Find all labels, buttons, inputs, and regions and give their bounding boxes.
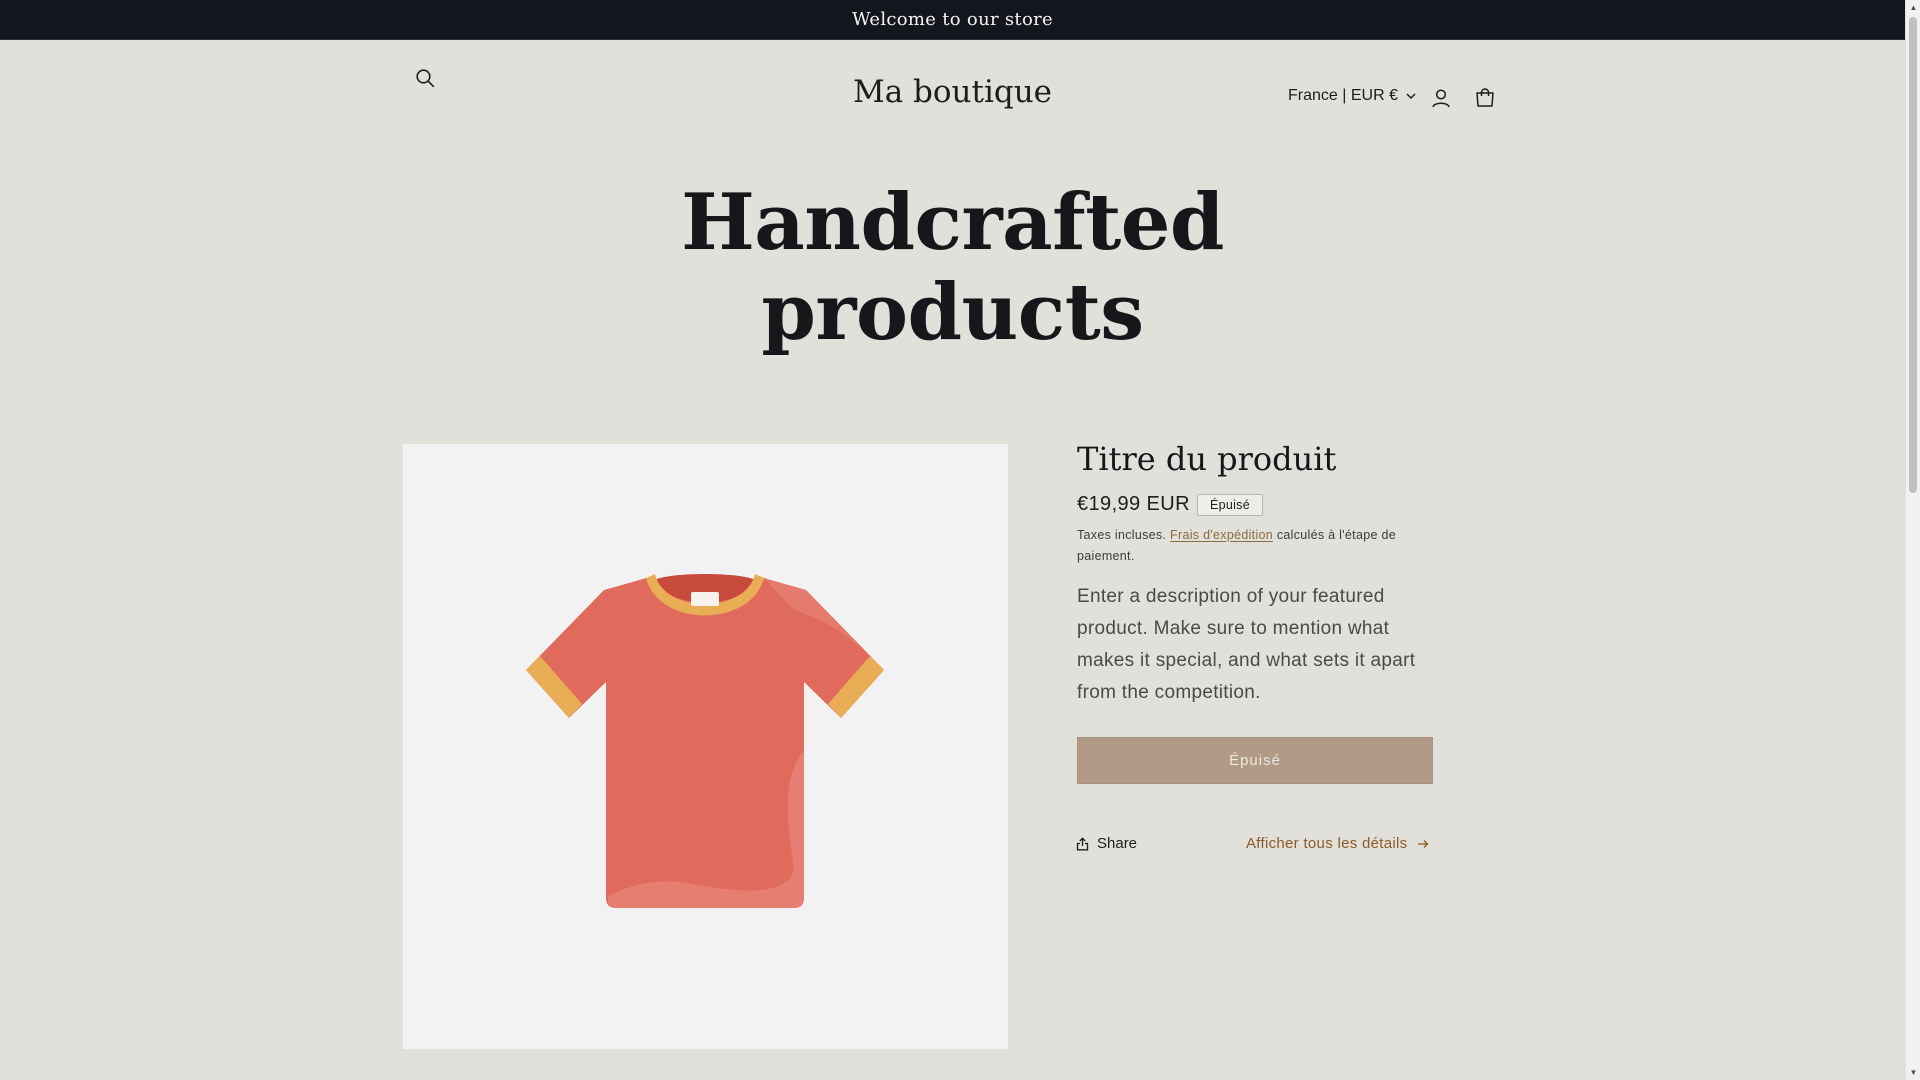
share-label: Share — [1097, 835, 1138, 852]
scrollbar-thumb[interactable] — [1909, 17, 1917, 493]
hero-title: Handcrafted products — [0, 178, 1905, 358]
cart-button[interactable] — [1465, 78, 1505, 118]
sold-out-badge: Épuisé — [1196, 493, 1263, 516]
store-logo-wrap: Ma boutique — [0, 74, 1905, 110]
account-icon — [1432, 89, 1450, 108]
hero-title-line2: products — [761, 267, 1144, 358]
share-icon — [1076, 836, 1089, 850]
announcement-text: Welcome to our store — [852, 9, 1053, 30]
announcement-bar: Welcome to our store — [0, 0, 1905, 40]
scroll-down-arrow-icon[interactable]: ▼ — [1906, 1065, 1920, 1080]
share-button[interactable]: Share — [1076, 835, 1137, 852]
product-price: €19,99 EUR — [1077, 493, 1190, 515]
product-description: Enter a description of your featured pro… — [1077, 586, 1416, 703]
sold-out-button-label: Épuisé — [1229, 752, 1281, 769]
country-selector[interactable]: France | EUR € — [1288, 84, 1416, 108]
hero-title-line1: Handcrafted — [681, 177, 1224, 268]
sold-out-button[interactable]: Épuisé — [1077, 737, 1433, 784]
tax-note: Taxes incluses. Frais d'expédition calcu… — [1077, 525, 1447, 567]
arrow-right-icon — [1418, 839, 1429, 848]
scroll-up-arrow-icon[interactable]: ▲ — [1906, 0, 1920, 15]
tshirt-illustration — [526, 574, 884, 908]
view-details-label: Afficher tous les détails — [1246, 835, 1408, 852]
shipping-policy-link[interactable]: Frais d'expédition — [1170, 528, 1273, 542]
country-selector-label: France | EUR € — [1288, 87, 1398, 104]
view-details-link[interactable]: Afficher tous les détails — [1246, 835, 1429, 852]
product-title: Titre du produit — [1077, 440, 1337, 478]
tax-prefix: Taxes incluses. — [1077, 528, 1167, 542]
price-row: €19,99 EUR Épuisé — [1077, 493, 1263, 516]
product-image[interactable] — [403, 444, 1008, 1049]
chevron-down-icon — [1406, 92, 1416, 99]
store-logo[interactable]: Ma boutique — [853, 74, 1052, 110]
account-button[interactable] — [1421, 78, 1461, 118]
cart-icon — [1476, 88, 1494, 107]
page-scrollbar[interactable]: ▲ ▼ — [1905, 0, 1920, 1080]
